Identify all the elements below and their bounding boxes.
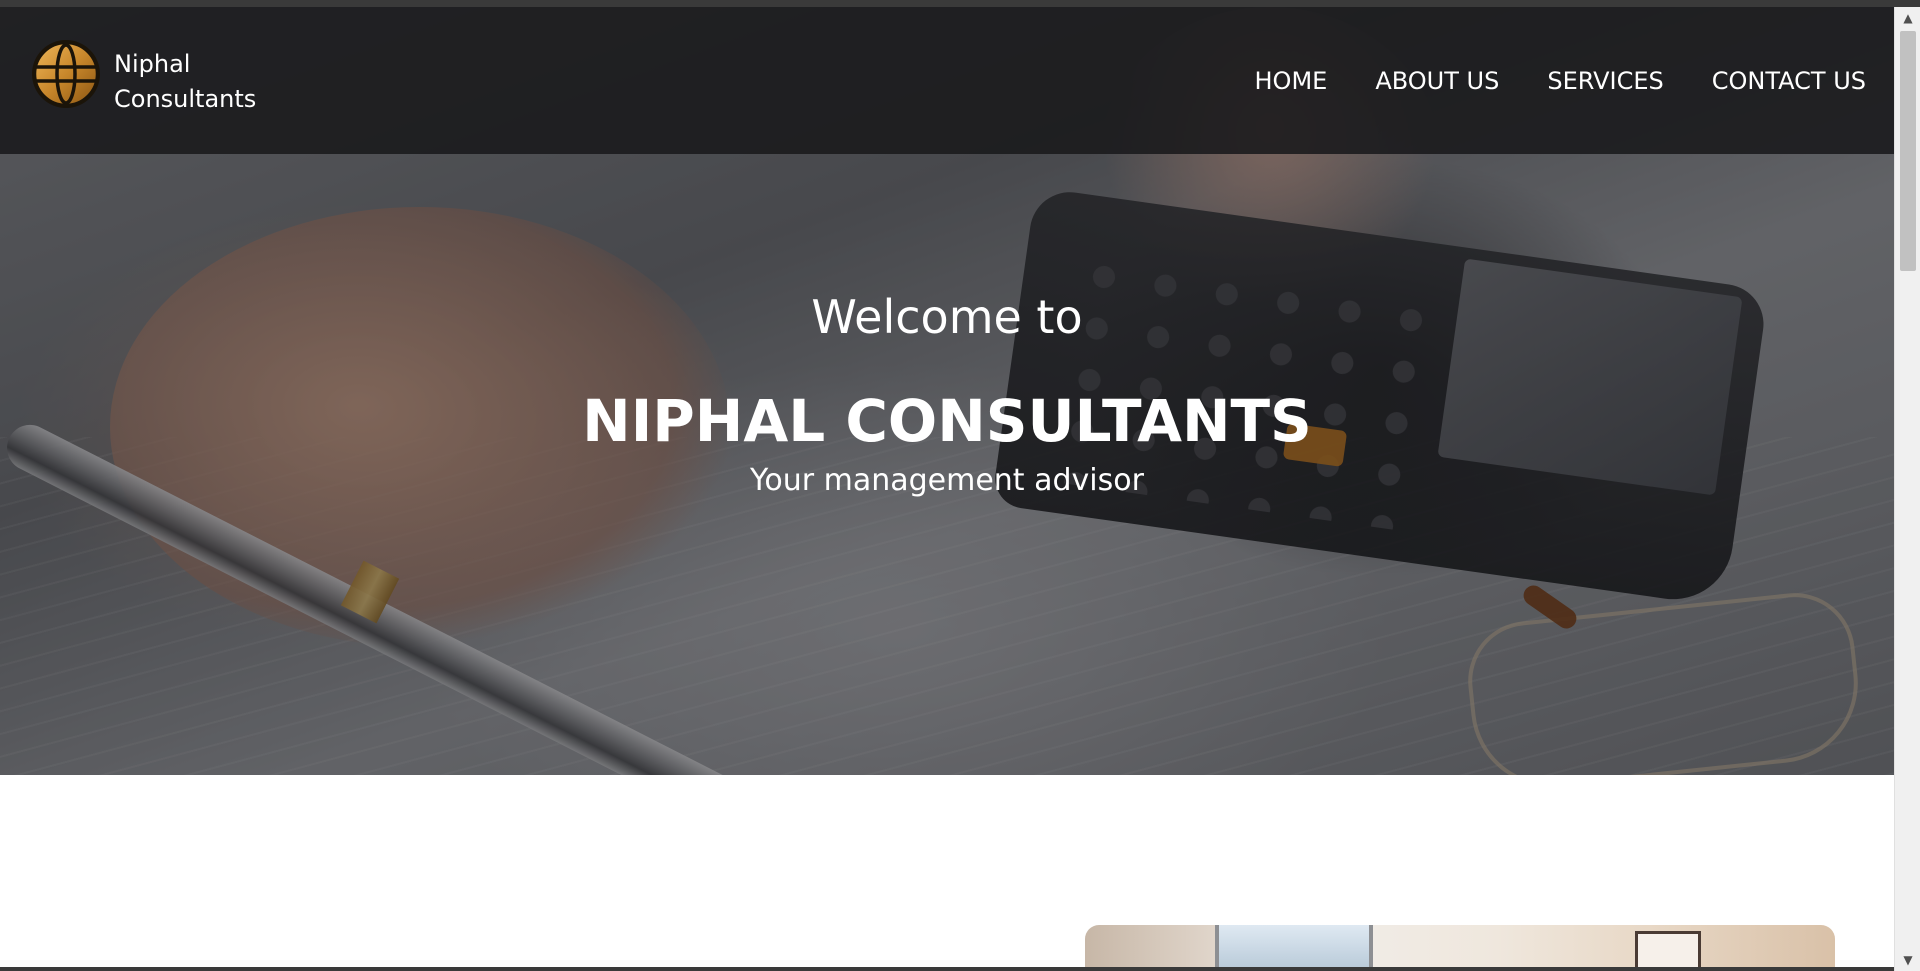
office-image-window: [1215, 925, 1373, 971]
nav-contact-us[interactable]: CONTACT US: [1712, 67, 1866, 95]
nav-home[interactable]: HOME: [1255, 67, 1328, 95]
brand-name-line2: Consultants: [114, 85, 257, 113]
browser-viewport: Niphal Consultants HOME ABOUT US SERVICE…: [0, 0, 1920, 971]
scroll-up-arrow-icon[interactable]: ▲: [1895, 7, 1920, 29]
bottom-border: [0, 967, 1894, 971]
hero-tagline: Your management advisor: [750, 463, 1144, 498]
scroll-down-arrow-icon[interactable]: ▼: [1895, 949, 1920, 971]
main-nav: HOME ABOUT US SERVICES CONTACT US: [1207, 7, 1867, 154]
page-scrollbar[interactable]: ▲ ▼: [1894, 7, 1920, 971]
office-image-frame: [1635, 931, 1701, 971]
brand-name-line1: Niphal: [114, 50, 191, 78]
hero-welcome: Welcome to: [811, 290, 1083, 344]
brand-name[interactable]: Niphal Consultants: [114, 47, 256, 117]
scrollbar-thumb[interactable]: [1900, 31, 1916, 271]
top-border: [0, 0, 1920, 7]
globe-logo-graphic: [32, 40, 100, 108]
nav-services[interactable]: SERVICES: [1547, 67, 1663, 95]
globe-logo-icon[interactable]: [30, 38, 102, 110]
site-header: Niphal Consultants HOME ABOUT US SERVICE…: [0, 7, 1894, 154]
office-image-card: [1085, 925, 1835, 971]
hero-title: NIPHAL CONSULTANTS: [582, 387, 1312, 455]
nav-about-us[interactable]: ABOUT US: [1375, 67, 1499, 95]
